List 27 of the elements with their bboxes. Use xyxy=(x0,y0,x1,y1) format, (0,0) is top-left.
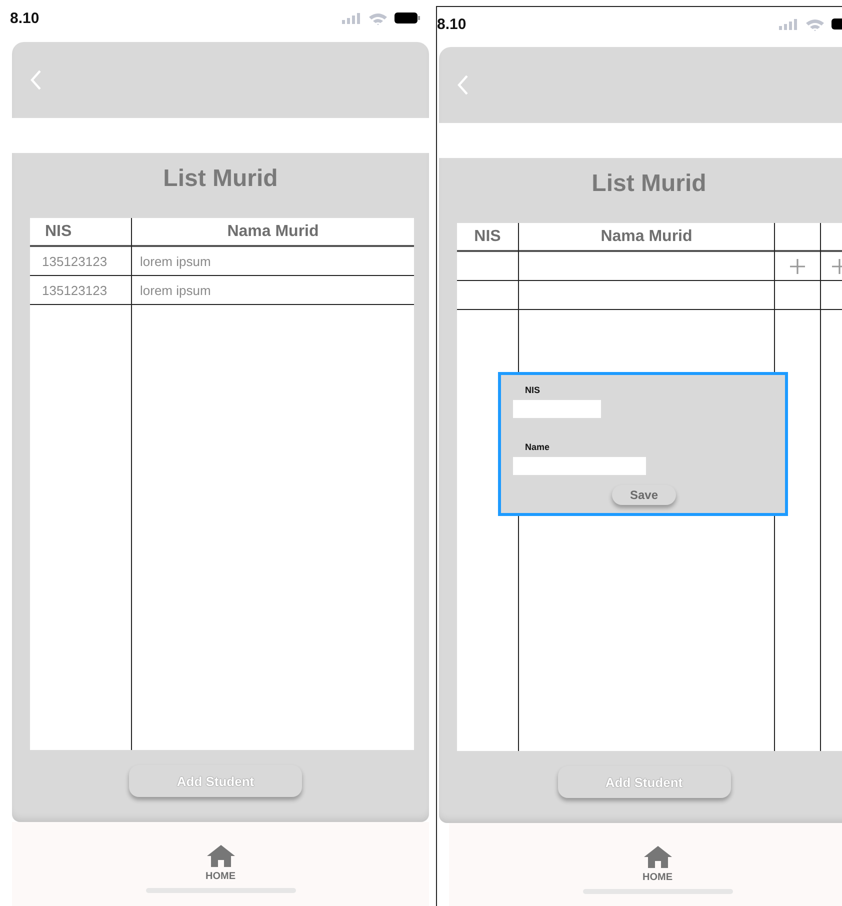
table-cell: lorem ipsum xyxy=(132,276,414,305)
wifi-icon xyxy=(805,18,825,30)
column-header: NIS xyxy=(457,223,518,252)
table-cell: lorem ipsum xyxy=(132,247,414,276)
field-label: NIS xyxy=(525,385,542,395)
page-title: List Murid xyxy=(590,170,708,198)
home-icon[interactable] xyxy=(642,845,672,869)
signal-icon xyxy=(779,18,799,30)
wifi-icon xyxy=(368,12,388,24)
status-time: 8.10 xyxy=(10,10,40,26)
signal-icon xyxy=(342,12,362,24)
input-field[interactable] xyxy=(513,400,601,418)
battery-icon xyxy=(394,12,420,24)
column-header: NIS xyxy=(30,218,131,247)
nav-label[interactable]: HOME xyxy=(206,871,236,882)
column-header: Nama Murid xyxy=(132,218,414,247)
input-field[interactable] xyxy=(513,457,646,475)
page-title: List Murid xyxy=(162,165,279,193)
save-button[interactable]: Save xyxy=(612,485,676,505)
table-cell: 135123123 xyxy=(30,247,131,276)
table-cell: 135123123 xyxy=(30,276,131,305)
field-label: Name xyxy=(525,442,551,452)
home-icon[interactable] xyxy=(206,844,236,868)
nav-label[interactable]: HOME xyxy=(642,872,672,883)
status-time: 8.10 xyxy=(437,16,466,32)
column-header: Nama Murid xyxy=(519,223,774,252)
plus-icon[interactable] xyxy=(790,258,805,274)
